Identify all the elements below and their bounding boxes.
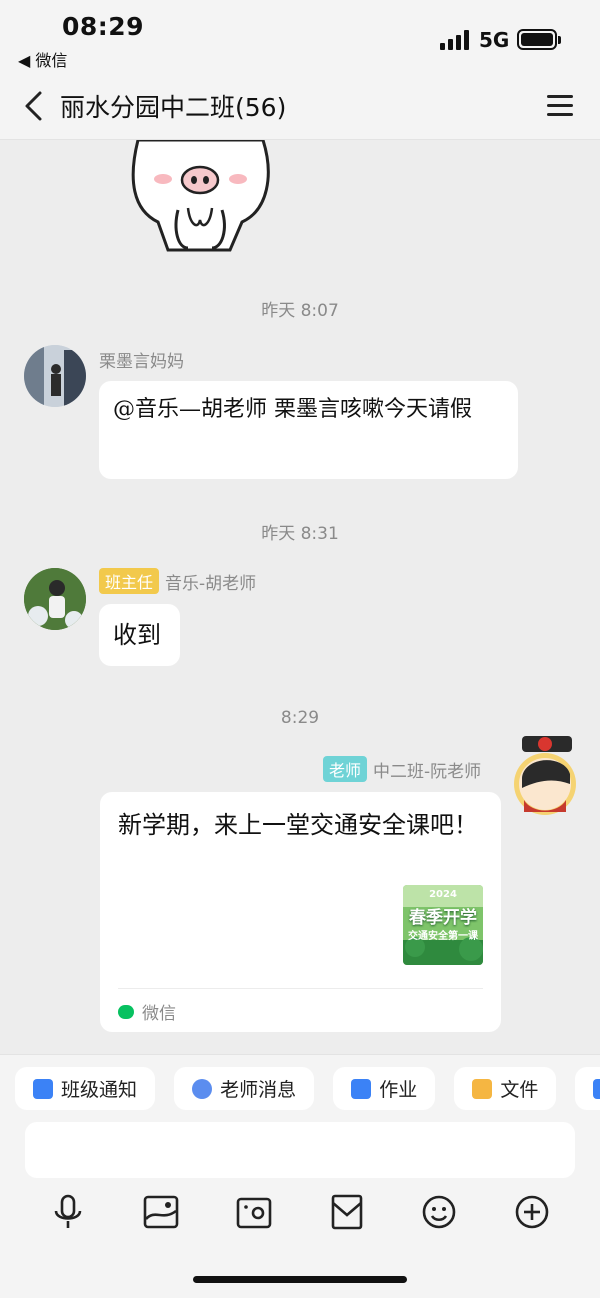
card-source: 微信 — [118, 999, 176, 1024]
timestamp: 昨天 8:07 — [261, 301, 339, 321]
shortcut-files[interactable]: 文件 — [454, 1067, 557, 1110]
card-thumbnail: 2024 春季开学 交通安全第一课 — [403, 885, 483, 965]
status-time: 08:29 — [62, 12, 145, 41]
shortcut-homework[interactable]: 作业 — [333, 1067, 436, 1110]
shortcut-label: 文件 — [500, 1079, 539, 1101]
thumbnail-title: 春季开学 — [409, 908, 477, 928]
network-label: 5G — [479, 28, 510, 52]
wechat-icon — [118, 1004, 134, 1019]
top-bar: 08:29 ◀ 微信 5G 丽水分园中二班(56) — [0, 0, 600, 140]
card-divider — [118, 988, 483, 989]
signal-icon — [440, 30, 469, 50]
sender-line: 老师 中二班-阮老师 — [323, 756, 481, 782]
shortcut-more[interactable] — [575, 1067, 600, 1110]
shortcut-label: 作业 — [379, 1079, 418, 1101]
home-indicator[interactable] — [193, 1276, 407, 1283]
back-arrow-icon[interactable] — [22, 90, 46, 122]
photo-icon — [593, 1078, 600, 1099]
shortcut-teacher-message[interactable]: 老师消息 — [174, 1067, 315, 1110]
homework-icon — [351, 1078, 372, 1099]
message-bubble[interactable]: 收到 — [99, 604, 180, 666]
folder-icon — [472, 1078, 493, 1099]
card-source-label: 微信 — [142, 1004, 176, 1024]
headteacher-badge: 班主任 — [99, 568, 160, 594]
menu-icon[interactable] — [547, 95, 573, 117]
avatar[interactable] — [24, 568, 86, 630]
shortcut-label: 班级通知 — [61, 1079, 138, 1101]
timestamp: 昨天 8:31 — [261, 524, 339, 544]
sender-line: 班主任 音乐-胡老师 — [99, 568, 256, 594]
avatar[interactable] — [24, 345, 86, 407]
thumbnail-year: 2024 — [429, 889, 457, 900]
bottom-panel: 班级通知 老师消息 作业 文件 — [0, 1054, 600, 1298]
back-to-app-link[interactable]: ◀ 微信 — [18, 47, 67, 71]
envelope-icon[interactable] — [329, 1193, 365, 1231]
timestamp: 8:29 — [280, 708, 320, 728]
chat-area[interactable]: 昨天 8:07 栗墨言妈妈 @音乐—胡老师 栗墨言咳嗽今天请假 昨天 8:31 … — [0, 140, 600, 1054]
shortcut-bar: 班级通知 老师消息 作业 文件 — [15, 1067, 600, 1111]
camera-icon[interactable] — [236, 1193, 272, 1231]
microphone-icon[interactable] — [50, 1193, 86, 1231]
pig-sticker — [131, 140, 270, 252]
emoji-icon[interactable] — [421, 1193, 457, 1231]
shortcut-label: 老师消息 — [220, 1079, 297, 1101]
teacher-badge: 老师 — [323, 756, 368, 782]
card-text: 新学期，来上一堂交通安全课吧！ — [118, 811, 478, 839]
notice-icon — [33, 1078, 53, 1099]
thumbnail-subtitle: 交通安全第一课 — [408, 931, 478, 942]
sender-name: 中二班-阮老师 — [373, 761, 482, 782]
message-bubble[interactable]: @音乐—胡老师 栗墨言咳嗽今天请假 — [99, 381, 518, 479]
battery-icon — [517, 29, 561, 50]
shared-link-card[interactable]: 新学期，来上一堂交通安全课吧！ 2024 春季开学 交通安全第一课 微信 — [100, 792, 501, 1032]
message-input[interactable] — [25, 1122, 575, 1178]
message-icon — [192, 1078, 213, 1099]
avatar[interactable] — [514, 734, 578, 818]
avatar-photo-icon — [24, 345, 86, 407]
plus-circle-icon[interactable] — [514, 1193, 550, 1231]
shortcut-class-notice[interactable]: 班级通知 — [15, 1067, 156, 1110]
avatar-photo-icon — [24, 568, 86, 630]
sender-name: 栗墨言妈妈 — [99, 352, 184, 372]
avatar-cartoon-icon — [514, 736, 576, 815]
sender-name: 音乐-胡老师 — [165, 573, 257, 594]
chat-title: 丽水分园中二班(56) — [60, 93, 287, 122]
image-icon[interactable] — [143, 1193, 179, 1231]
